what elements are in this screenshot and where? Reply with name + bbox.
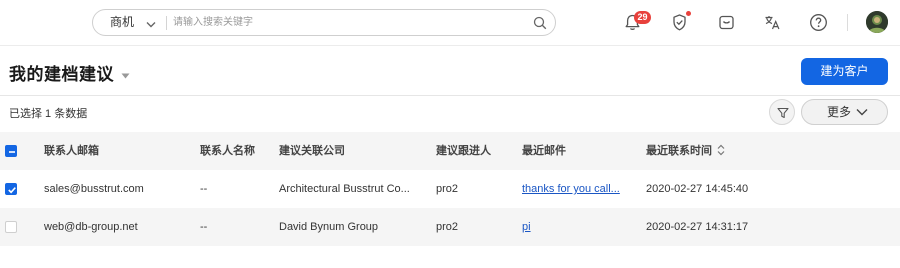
- translate-icon[interactable]: [762, 12, 783, 33]
- row-checkbox[interactable]: [5, 221, 17, 233]
- search-icon[interactable]: [533, 16, 547, 30]
- column-header-suggested-company: 建议关联公司: [279, 145, 345, 157]
- notification-count-badge: 29: [634, 11, 651, 24]
- recent-mail-link[interactable]: thanks for you call...: [522, 183, 620, 195]
- recent-mail-link[interactable]: pi: [522, 221, 531, 233]
- cell-last-contact: 2020-02-27 14:45:40: [646, 183, 749, 195]
- cell-recent-mail: thanks for you call...: [522, 170, 626, 208]
- column-header-contact-email: 联系人邮箱: [44, 145, 99, 157]
- more-button-label: 更多: [827, 105, 852, 119]
- column-header-contact-name: 联系人名称: [200, 145, 255, 157]
- indeterminate-icon: [9, 151, 15, 153]
- cell-suggested-owner: pro2: [436, 183, 459, 195]
- column-header-last-contact[interactable]: 最近联系时间: [646, 132, 806, 170]
- filter-icon: [777, 107, 789, 119]
- search-scope-select[interactable]: 商机: [110, 10, 134, 35]
- alert-dot: [686, 11, 691, 16]
- selection-count: 已选择 1 条数据: [9, 108, 88, 120]
- global-search-box: 商机: [92, 9, 556, 36]
- row-checkbox[interactable]: [5, 183, 17, 195]
- search-divider: [166, 16, 167, 30]
- table-row[interactable]: web@db-group.net -- David Bynum Group pr…: [0, 208, 900, 246]
- topbar-divider: [847, 14, 848, 31]
- search-input[interactable]: [173, 13, 513, 32]
- cell-contact-name: --: [200, 183, 208, 195]
- column-header-last-contact-label: 最近联系时间: [646, 145, 712, 157]
- sort-icon[interactable]: [717, 144, 725, 156]
- create-customer-button[interactable]: 建为客户: [801, 58, 888, 85]
- table-row[interactable]: sales@busstrut.com -- Architectural Buss…: [0, 170, 900, 208]
- caret-down-icon[interactable]: [121, 68, 130, 79]
- cell-contact-email: sales@busstrut.com: [44, 183, 144, 195]
- page-title: 我的建档建议: [9, 65, 114, 84]
- user-avatar[interactable]: [866, 11, 888, 33]
- cell-recent-mail: pi: [522, 208, 626, 246]
- top-navigation-bar: 商机 29: [0, 0, 900, 46]
- filter-button[interactable]: [769, 99, 795, 125]
- cell-contact-email: web@db-group.net: [44, 221, 138, 233]
- column-header-recent-mail: 最近邮件: [522, 145, 566, 157]
- select-all-checkbox[interactable]: [5, 145, 17, 157]
- checkmark-icon: [8, 187, 16, 194]
- more-actions-button[interactable]: 更多: [801, 99, 888, 125]
- header-divider: [0, 95, 900, 96]
- cell-suggested-company: Architectural Busstrut Co...: [279, 183, 410, 195]
- chevron-down-icon[interactable]: [146, 18, 156, 28]
- cell-suggested-company: David Bynum Group: [279, 221, 379, 233]
- cell-suggested-owner: pro2: [436, 221, 459, 233]
- chevron-down-icon: [856, 109, 868, 116]
- table-header: 联系人邮箱 联系人名称 建议关联公司 建议跟进人 最近邮件 最近联系时间: [0, 132, 900, 170]
- calendar-box-icon[interactable]: [716, 12, 737, 33]
- cell-last-contact: 2020-02-27 14:31:17: [646, 221, 749, 233]
- cell-contact-name: --: [200, 221, 208, 233]
- help-icon[interactable]: [808, 12, 829, 33]
- column-header-suggested-owner: 建议跟进人: [436, 145, 491, 157]
